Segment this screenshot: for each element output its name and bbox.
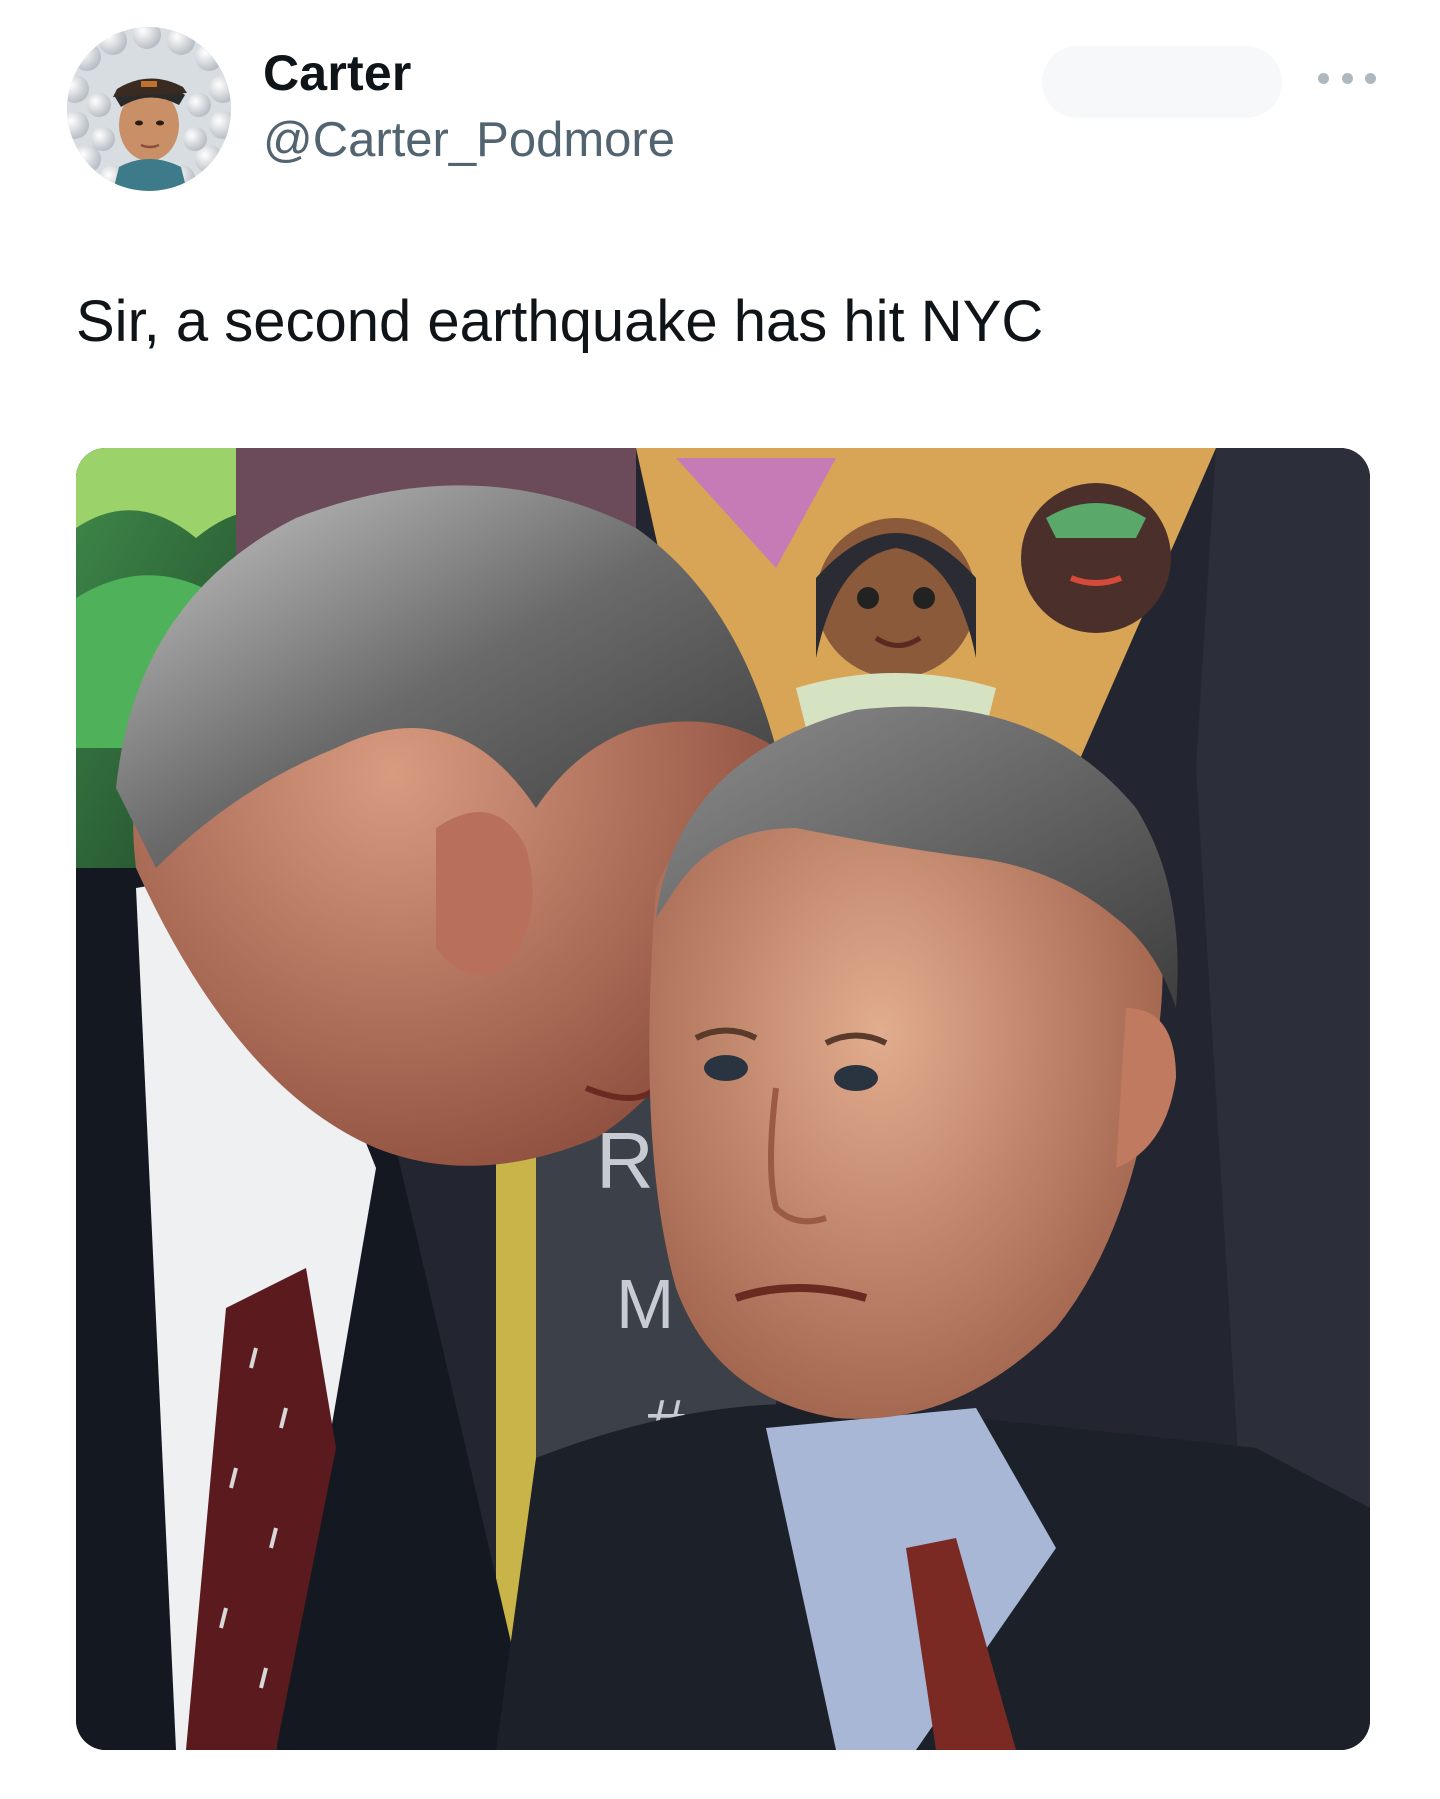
author-names: Carter @Carter_Podmore (263, 44, 675, 170)
avatar[interactable] (67, 27, 231, 191)
more-dot (1318, 72, 1329, 84)
tweet-card: Carter @Carter_Podmore Sir, a second ear… (0, 0, 1440, 1799)
photo-text-m: M (616, 1265, 674, 1343)
more-dot (1341, 72, 1353, 84)
display-name[interactable]: Carter (263, 44, 675, 102)
user-handle[interactable]: @Carter_Podmore (263, 110, 675, 170)
photo-illustration: RE M # Co (76, 448, 1370, 1750)
more-horizontal-icon[interactable] (1318, 66, 1376, 90)
follow-button[interactable] (1042, 46, 1282, 118)
profile-photo-icon (67, 27, 231, 191)
tweet-photo[interactable]: RE M # Co (76, 448, 1370, 1750)
more-dot (1365, 72, 1376, 84)
tweet-text: Sir, a second earthquake has hit NYC (76, 289, 1044, 354)
